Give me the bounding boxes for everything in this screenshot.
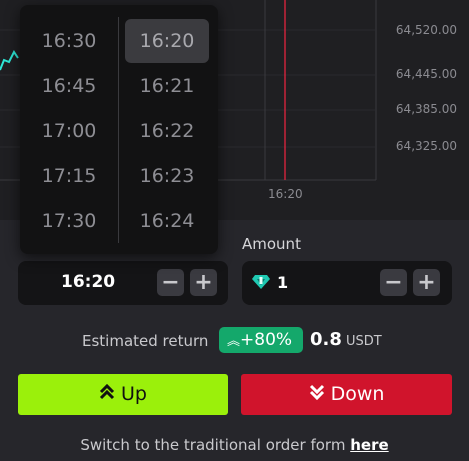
amount-label: Amount — [242, 235, 301, 253]
switch-form-text: Switch to the traditional order form her… — [0, 436, 469, 454]
switch-form-label: Switch to the traditional order form — [80, 436, 346, 454]
amount-decrement-button[interactable]: − — [380, 269, 407, 296]
amount-increment-button[interactable]: + — [413, 269, 440, 296]
amount-field[interactable]: 1 − + — [242, 261, 452, 305]
time-picker-dropdown: 16:30 16:45 17:00 17:15 17:30 16:20 16:2… — [20, 5, 218, 254]
time-decrement-button[interactable]: − — [157, 269, 184, 296]
time-increment-button[interactable]: + — [190, 269, 217, 296]
hour-option[interactable]: 17:15 — [27, 154, 111, 198]
switch-form-link[interactable]: here — [350, 436, 388, 454]
price-tick: 64,445.00 — [395, 67, 457, 81]
return-badge: ︽+80% — [219, 327, 303, 353]
gem-icon — [252, 274, 270, 294]
minute-option-selected[interactable]: 16:20 — [125, 19, 209, 63]
amount-value: 1 — [277, 273, 289, 292]
double-chevron-up-icon — [99, 374, 115, 415]
double-chevron-down-icon — [309, 374, 325, 415]
time-value: 16:20 — [61, 272, 116, 292]
return-unit: USDT — [346, 334, 382, 349]
minute-option[interactable]: 16:23 — [125, 154, 209, 198]
hour-option[interactable]: 16:30 — [27, 19, 111, 63]
hour-option[interactable]: 17:30 — [27, 199, 111, 243]
down-button[interactable]: Down — [241, 374, 452, 415]
minute-option[interactable]: 16:21 — [125, 64, 209, 108]
price-tick: 64,520.00 — [395, 23, 457, 37]
price-line — [0, 50, 19, 71]
hour-option[interactable]: 17:00 — [27, 109, 111, 153]
minute-option[interactable]: 16:22 — [125, 109, 209, 153]
up-button[interactable]: Up — [18, 374, 228, 415]
up-label: Up — [121, 383, 147, 405]
double-chevron-up-icon: ︽ — [227, 334, 241, 349]
picker-divider — [118, 17, 119, 243]
estimated-return-label: Estimated return — [82, 332, 209, 350]
down-label: Down — [330, 383, 385, 405]
minute-option[interactable]: 16:24 — [125, 199, 209, 243]
price-tick: 64,385.00 — [395, 102, 457, 116]
hour-option[interactable]: 16:45 — [27, 64, 111, 108]
return-percent: +80% — [240, 330, 293, 350]
return-amount: 0.8 — [310, 329, 342, 350]
time-tick: 16:20 — [268, 187, 303, 201]
time-field[interactable]: 16:20 − + — [18, 261, 228, 305]
price-tick: 64,325.00 — [395, 139, 457, 153]
